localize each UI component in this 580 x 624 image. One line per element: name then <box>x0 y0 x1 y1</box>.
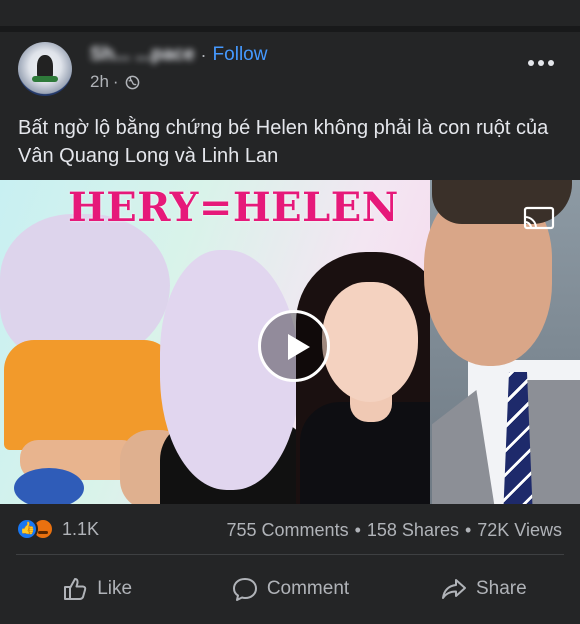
thumbs-up-icon <box>64 578 87 600</box>
meta-separator: · <box>112 72 119 91</box>
like-label: Like <box>97 578 133 599</box>
engagement-counts: 755 Comments • 158 Shares • 72K Views <box>227 520 562 541</box>
follow-button[interactable]: Follow <box>213 44 268 66</box>
post-time[interactable]: 2h <box>90 72 109 92</box>
avatar-grass <box>32 76 58 82</box>
cast-icon[interactable] <box>522 206 556 232</box>
play-button-icon[interactable] <box>258 310 330 382</box>
more-dot <box>528 60 534 66</box>
more-options-icon[interactable] <box>528 58 554 68</box>
thumbnail-banner-text: HERY=HELEN <box>68 184 399 231</box>
woman-face <box>322 282 418 402</box>
share-label: Share <box>475 578 527 599</box>
previous-post-bottom <box>0 0 580 26</box>
video-thumbnail[interactable]: HERY=HELEN <box>0 180 580 504</box>
post-actions: Like Comment Share <box>0 566 580 612</box>
shares-count[interactable]: 158 Shares <box>367 520 459 541</box>
share-button[interactable]: Share <box>387 566 580 612</box>
name-separator: · <box>200 44 207 65</box>
count-separator: • <box>464 520 472 540</box>
share-arrow-icon <box>441 579 466 599</box>
more-dot <box>538 60 544 66</box>
reaction-count: 1.1K <box>62 518 100 539</box>
comment-bubble-icon <box>232 578 257 601</box>
comments-count[interactable]: 755 Comments <box>227 520 349 541</box>
page-avatar[interactable] <box>18 42 72 96</box>
post-stats: 1.1K 755 Comments • 158 Shares • 72K Vie… <box>0 514 580 544</box>
feed-post: Sh... ...pace · Follow 2h · Bất ngờ lộ b… <box>0 32 580 624</box>
comment-label: Comment <box>266 578 350 599</box>
post-meta: 2h · <box>90 72 140 92</box>
post-caption: Bất ngờ lộ bằng chứng bé Helen không phả… <box>18 117 549 167</box>
globe-icon <box>125 75 139 89</box>
author-row: Sh... ...pace · Follow <box>90 44 267 66</box>
actions-divider <box>16 554 564 555</box>
like-reaction-icon <box>16 518 38 540</box>
comment-button[interactable]: Comment <box>193 566 386 612</box>
count-separator: • <box>354 520 361 540</box>
like-button[interactable]: Like <box>0 566 193 612</box>
views-count: 72K Views <box>477 520 562 540</box>
toy-object <box>14 468 84 504</box>
more-dot <box>548 60 554 66</box>
reactions-summary[interactable]: 1.1K <box>16 518 99 540</box>
post-header: Sh... ...pace · Follow 2h · <box>0 32 580 104</box>
page-name[interactable]: Sh... ...pace <box>90 44 195 66</box>
